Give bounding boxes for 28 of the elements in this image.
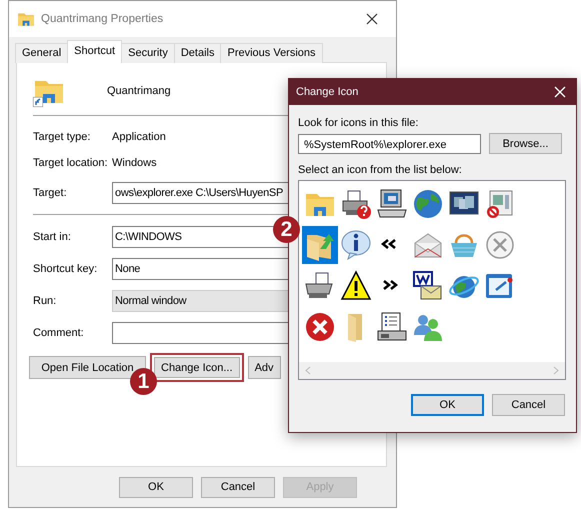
browse-button[interactable]: Browse...: [489, 133, 562, 154]
action-button[interactable]: Adv: [248, 356, 281, 379]
footer-button[interactable]: OK: [119, 476, 193, 498]
action-button[interactable]: Change Icon...: [150, 353, 244, 382]
dialog-title: Change Icon: [296, 86, 360, 98]
file-label: Look for icons in this file:: [298, 117, 420, 129]
field-label: Comment:: [33, 327, 85, 339]
tab[interactable]: General: [15, 43, 68, 63]
field-label: Target type:: [33, 131, 92, 143]
list-label: Select an icon from the list below:: [298, 164, 463, 176]
tab[interactable]: Shortcut: [67, 40, 122, 63]
field-value: Windows: [112, 157, 157, 169]
field-label: Shortcut key:: [33, 263, 98, 275]
field-label: Target:: [33, 187, 68, 199]
tab[interactable]: Details: [174, 43, 222, 63]
field-value: Application: [112, 131, 166, 143]
tab[interactable]: Security: [121, 43, 175, 63]
tab[interactable]: Previous Versions: [220, 43, 323, 63]
field-label: Run:: [33, 295, 58, 307]
field-label: Start in:: [33, 231, 72, 243]
file-path-field[interactable]: %SystemRoot%\explorer.exe: [298, 134, 481, 154]
footer-button[interactable]: Cancel: [201, 476, 275, 498]
dialog-button[interactable]: OK: [411, 394, 484, 416]
close-icon[interactable]: [366, 13, 378, 25]
window-title: Quantrimang Properties: [41, 13, 164, 25]
dialog-button[interactable]: Cancel: [492, 394, 565, 416]
shortcut-name: Quantrimang: [107, 85, 171, 97]
field-label: Target location:: [33, 157, 109, 169]
